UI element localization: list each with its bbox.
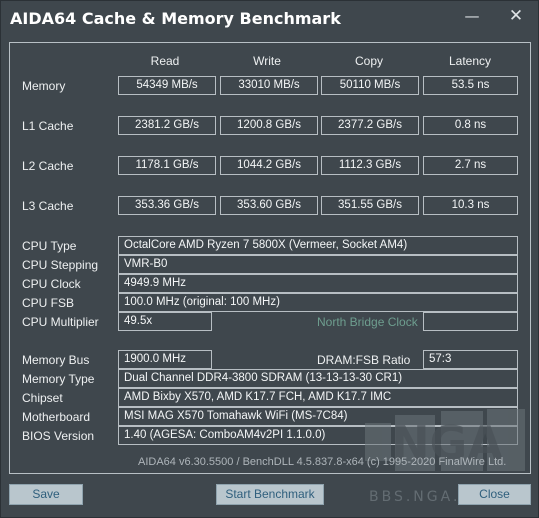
column-header-copy: Copy (354, 54, 383, 68)
column-header-write: Write (253, 54, 281, 68)
cpu-multiplier-label: CPU Multiplier (22, 315, 99, 329)
l3-read-value: 353.36 GB/s (118, 196, 216, 215)
dram-fsb-ratio-value: 57:3 (423, 350, 518, 369)
close-button[interactable]: Close (458, 484, 531, 505)
cpu-stepping-value: VMR-B0 (118, 255, 518, 274)
version-footer: AIDA64 v6.30.5500 / BenchDLL 4.5.837.8-x… (138, 456, 507, 468)
memory-copy-value: 50110 MB/s (321, 76, 419, 95)
row-label-memory: Memory (22, 79, 66, 93)
l2-latency-value: 2.7 ns (423, 156, 518, 175)
bios-version-label: BIOS Version (22, 429, 95, 443)
cpu-fsb-label: CPU FSB (22, 296, 75, 310)
cpu-multiplier-value: 49.5x (118, 312, 212, 331)
memory-write-value: 33010 MB/s (220, 76, 318, 95)
north-bridge-clock-label: North Bridge Clock (317, 315, 418, 329)
motherboard-label: Motherboard (22, 410, 91, 424)
start-benchmark-button[interactable]: Start Benchmark (216, 484, 324, 505)
cpu-clock-value: 4949.9 MHz (118, 274, 518, 293)
memory-read-value: 54349 MB/s (118, 76, 216, 95)
memory-type-label: Memory Type (22, 372, 95, 386)
cpu-clock-label: CPU Clock (22, 277, 81, 291)
row-label-l2-cache: L2 Cache (22, 159, 74, 173)
column-header-latency: Latency (448, 54, 492, 68)
cpu-fsb-value: 100.0 MHz (original: 100 MHz) (118, 293, 518, 312)
memory-bus-label: Memory Bus (22, 353, 90, 367)
memory-bus-value: 1900.0 MHz (118, 350, 212, 369)
memory-type-value: Dual Channel DDR4-3800 SDRAM (13-13-13-3… (118, 369, 518, 388)
cpu-stepping-label: CPU Stepping (22, 258, 99, 272)
cpu-type-value: OctalCore AMD Ryzen 7 5800X (Vermeer, So… (118, 236, 518, 255)
title-bar[interactable]: AIDA64 Cache & Memory Benchmark — ✕ (1, 1, 538, 37)
memory-latency-value: 53.5 ns (423, 76, 518, 95)
l1-copy-value: 2377.2 GB/s (321, 116, 419, 135)
l2-write-value: 1044.2 GB/s (220, 156, 318, 175)
l1-read-value: 2381.2 GB/s (118, 116, 216, 135)
column-header-read: Read (150, 54, 180, 68)
close-window-icon[interactable]: ✕ (501, 5, 531, 29)
north-bridge-clock-value (423, 312, 518, 331)
window-title: AIDA64 Cache & Memory Benchmark (10, 9, 341, 28)
cpu-type-label: CPU Type (22, 239, 77, 253)
l1-write-value: 1200.8 GB/s (220, 116, 318, 135)
l3-copy-value: 351.55 GB/s (321, 196, 419, 215)
l3-write-value: 353.60 GB/s (220, 196, 318, 215)
minimize-icon[interactable]: — (457, 5, 487, 29)
l3-latency-value: 10.3 ns (423, 196, 518, 215)
l2-copy-value: 1112.3 GB/s (321, 156, 419, 175)
row-label-l1-cache: L1 Cache (22, 119, 74, 133)
row-label-l3-cache: L3 Cache (22, 199, 74, 213)
l1-latency-value: 0.8 ns (423, 116, 518, 135)
dram-fsb-ratio-label: DRAM:FSB Ratio (317, 353, 411, 367)
chipset-label: Chipset (22, 391, 63, 405)
benchmark-window: AIDA64 Cache & Memory Benchmark — ✕ Read… (0, 0, 539, 518)
l2-read-value: 1178.1 GB/s (118, 156, 216, 175)
nga-watermark-logo: NGA (365, 409, 525, 471)
save-button[interactable]: Save (9, 484, 83, 505)
